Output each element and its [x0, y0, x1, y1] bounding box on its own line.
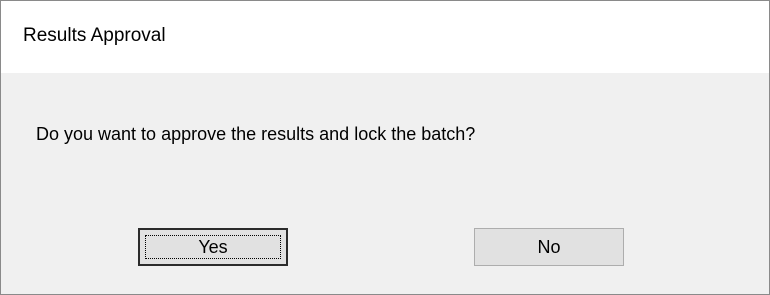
dialog-title-bar[interactable]: Results Approval [1, 1, 769, 73]
results-approval-dialog: Results Approval Do you want to approve … [0, 0, 770, 295]
dialog-message: Do you want to approve the results and l… [36, 124, 476, 144]
no-button-label: No [537, 236, 561, 257]
no-button[interactable]: No [474, 228, 624, 266]
dialog-title: Results Approval [23, 25, 166, 46]
yes-button-label: Yes [198, 236, 228, 257]
dialog-body: Do you want to approve the results and l… [1, 73, 769, 294]
yes-button[interactable]: Yes [138, 228, 288, 266]
